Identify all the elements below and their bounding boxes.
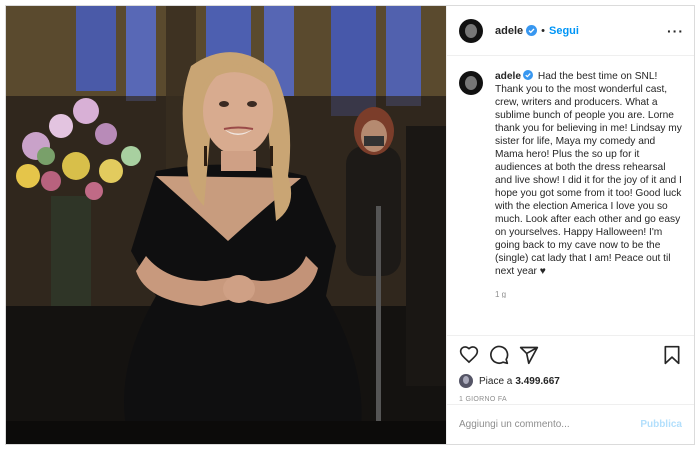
heart-icon[interactable] xyxy=(459,345,479,365)
post-actions: Piace a 3.499.667 1 giorno fa xyxy=(447,335,694,403)
caption-age[interactable]: 1 g xyxy=(495,290,682,298)
stage-performer-image xyxy=(6,6,446,444)
header-separator-dot: • xyxy=(541,24,545,37)
verified-badge-icon xyxy=(526,25,538,36)
more-options-icon[interactable]: ··· xyxy=(667,23,684,39)
post-photo[interactable] xyxy=(6,6,446,444)
caption-avatar[interactable] xyxy=(459,71,483,95)
caption-text-block: adele Had the best time on SNL! Thank yo… xyxy=(495,70,682,278)
comment-icon[interactable] xyxy=(489,345,509,365)
instagram-post-window: adele • Segui ··· adele Had the best tim… xyxy=(5,5,695,445)
caption-body: Had the best time on SNL! Thank you to t… xyxy=(495,71,682,277)
share-icon[interactable] xyxy=(519,345,539,365)
caption-username[interactable]: adele xyxy=(495,71,521,82)
caption-verified-badge-icon xyxy=(523,70,534,80)
liker-avatar[interactable] xyxy=(459,374,473,388)
caption-row: adele Had the best time on SNL! Thank yo… xyxy=(459,70,682,278)
follow-button[interactable]: Segui xyxy=(549,25,579,37)
post-date[interactable]: 1 giorno fa xyxy=(459,396,682,403)
header-username[interactable]: adele xyxy=(495,25,523,37)
publish-button[interactable]: Pubblica xyxy=(640,419,682,430)
caption-section: adele Had the best time on SNL! Thank yo… xyxy=(447,56,694,298)
action-icons-row xyxy=(459,344,682,366)
likes-prefix: Piace a xyxy=(479,375,513,387)
post-side-panel: adele • Segui ··· adele Had the best tim… xyxy=(446,6,694,444)
likes-summary: Piace a 3.499.667 xyxy=(459,374,682,388)
bookmark-icon[interactable] xyxy=(662,345,682,365)
comment-bar: Pubblica xyxy=(447,404,694,444)
comment-input[interactable] xyxy=(459,419,641,430)
profile-avatar[interactable] xyxy=(459,18,483,43)
likes-count[interactable]: 3.499.667 xyxy=(515,376,560,387)
post-header: adele • Segui ··· xyxy=(447,6,694,56)
